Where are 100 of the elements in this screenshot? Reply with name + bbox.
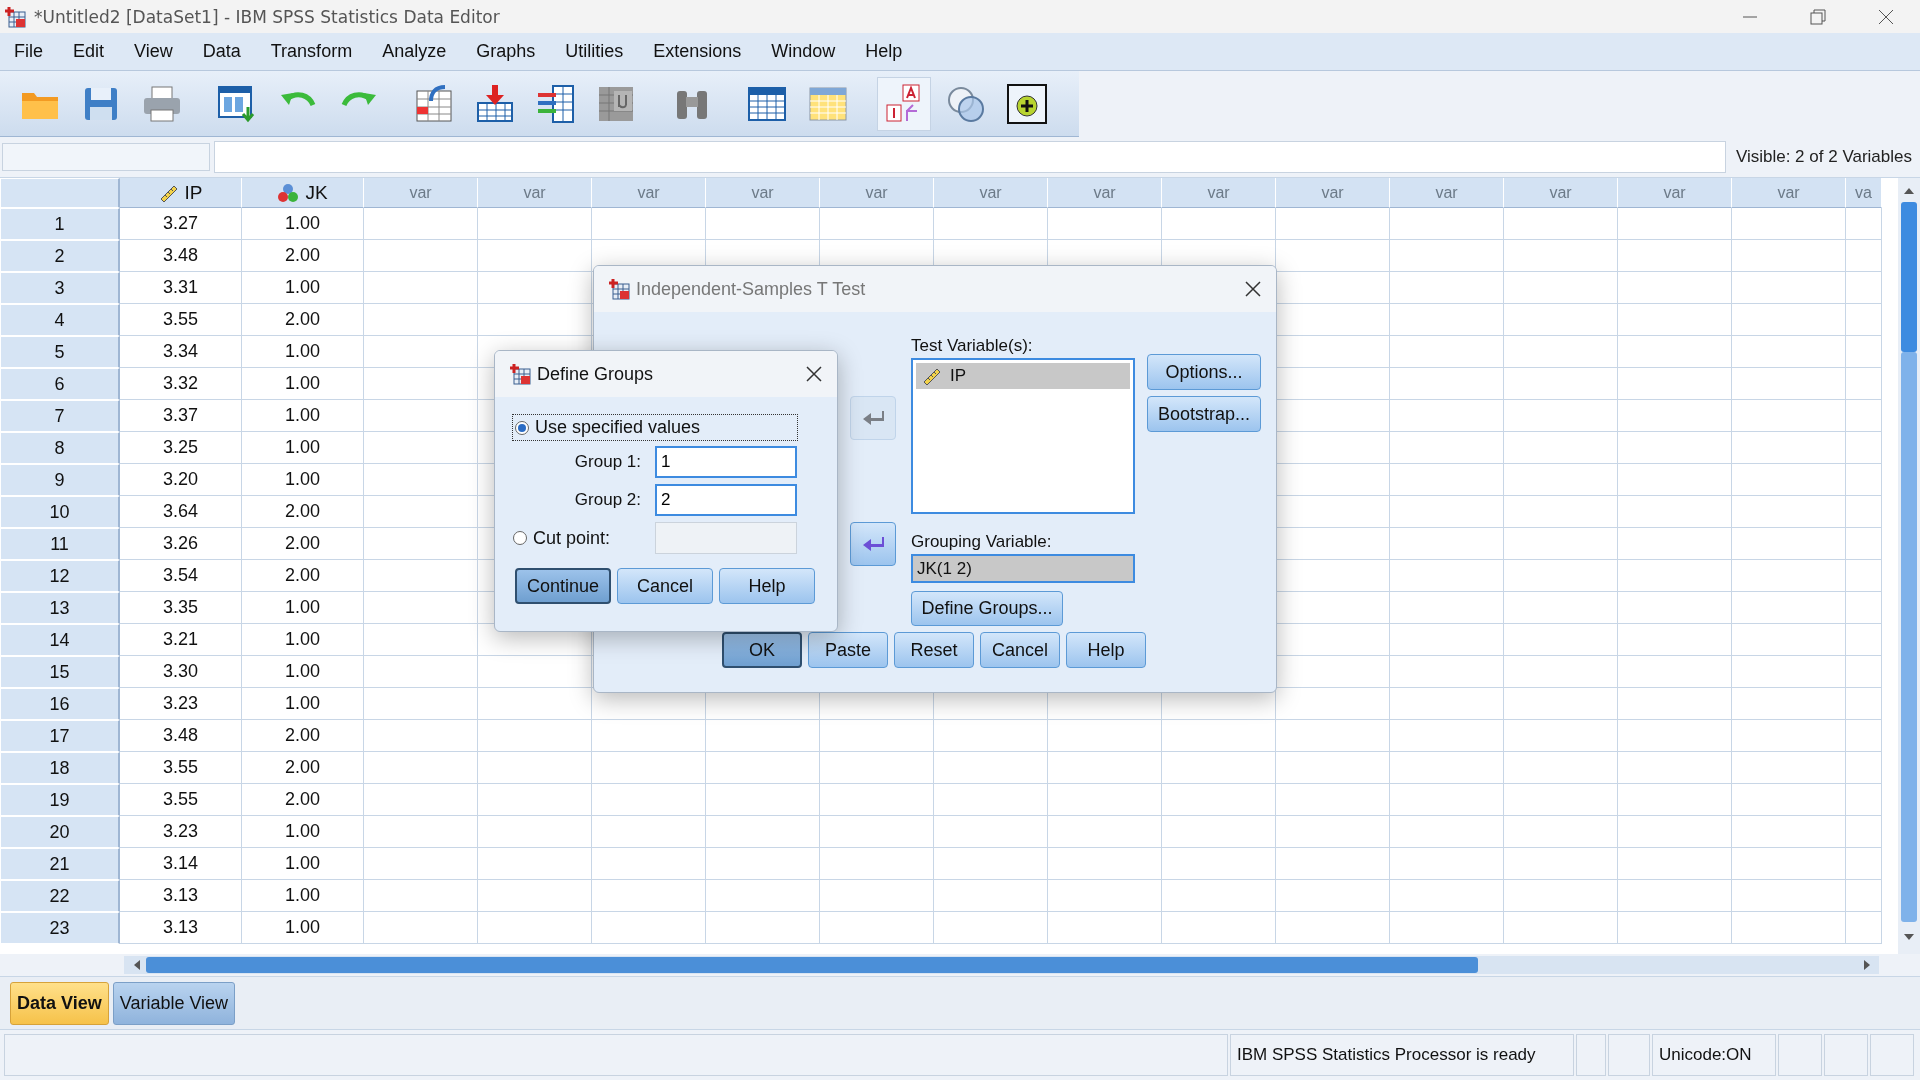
table-cell[interactable]	[1504, 624, 1618, 656]
table-cell[interactable]	[934, 880, 1048, 912]
group-value-field[interactable]: 2	[655, 484, 797, 516]
table-cell[interactable]	[1504, 752, 1618, 784]
table-cell[interactable]: 1.00	[242, 656, 364, 688]
dialog-button[interactable]: Reset	[894, 632, 974, 668]
table-cell[interactable]	[1162, 912, 1276, 944]
table-cell[interactable]	[1276, 688, 1390, 720]
table-cell[interactable]	[1390, 752, 1504, 784]
table-cell[interactable]	[1162, 880, 1276, 912]
table-cell[interactable]: 1.00	[242, 368, 364, 400]
table-cell[interactable]	[478, 688, 592, 720]
table-cell[interactable]	[364, 720, 478, 752]
table-cell[interactable]	[478, 304, 592, 336]
table-cell[interactable]	[1276, 848, 1390, 880]
table-cell[interactable]: 3.37	[120, 400, 242, 432]
table-cell[interactable]	[1048, 880, 1162, 912]
row-number[interactable]: 19	[0, 784, 120, 816]
table-cell[interactable]: 3.23	[120, 816, 242, 848]
table-cell[interactable]	[820, 784, 934, 816]
table-cell[interactable]	[1390, 656, 1504, 688]
table-cell[interactable]	[1162, 816, 1276, 848]
table-cell[interactable]	[1504, 304, 1618, 336]
table-cell[interactable]	[1846, 240, 1882, 272]
table-cell[interactable]	[1276, 816, 1390, 848]
table-down-arrow-icon[interactable]	[474, 82, 516, 125]
table-cell[interactable]	[364, 624, 478, 656]
table-cell[interactable]	[478, 240, 592, 272]
dialog-button[interactable]: Help	[1066, 632, 1146, 668]
table-cell[interactable]	[1390, 432, 1504, 464]
table-cell[interactable]	[1390, 688, 1504, 720]
table-cell[interactable]	[706, 720, 820, 752]
table-cell[interactable]	[1732, 848, 1846, 880]
table-cell[interactable]: 2.00	[242, 784, 364, 816]
table-cell[interactable]	[1390, 880, 1504, 912]
table-cell[interactable]: 1.00	[242, 688, 364, 720]
table-cell[interactable]	[1732, 496, 1846, 528]
table-cell[interactable]	[1048, 848, 1162, 880]
table-cell[interactable]: 3.54	[120, 560, 242, 592]
table-bars-icon[interactable]	[535, 82, 577, 125]
table-cell[interactable]	[1732, 272, 1846, 304]
table-cell[interactable]: 1.00	[242, 880, 364, 912]
table-cell[interactable]	[1846, 688, 1882, 720]
row-number[interactable]: 7	[0, 400, 120, 432]
table-cell[interactable]	[1390, 496, 1504, 528]
table-cell[interactable]	[1390, 400, 1504, 432]
table-cell[interactable]	[820, 208, 934, 240]
table-cell[interactable]	[1504, 912, 1618, 944]
dialog-button[interactable]: Paste	[808, 632, 888, 668]
table-cell[interactable]	[1618, 720, 1732, 752]
table-cell[interactable]	[364, 880, 478, 912]
table-cell[interactable]	[1390, 304, 1504, 336]
table-cell[interactable]: 3.21	[120, 624, 242, 656]
table-cell[interactable]	[1732, 592, 1846, 624]
row-number[interactable]: 12	[0, 560, 120, 592]
table-cell[interactable]	[1732, 208, 1846, 240]
table-cell[interactable]	[1846, 880, 1882, 912]
table-cell[interactable]: 3.14	[120, 848, 242, 880]
menu-item[interactable]: Transform	[258, 37, 365, 66]
table-cell[interactable]	[364, 304, 478, 336]
grouping-variable-field[interactable]: JK(1 2)	[911, 554, 1135, 584]
move-button[interactable]	[850, 522, 896, 566]
table-cell[interactable]	[1390, 624, 1504, 656]
table-cell[interactable]	[364, 752, 478, 784]
table-cell[interactable]	[1846, 208, 1882, 240]
table-cell[interactable]	[934, 208, 1048, 240]
table-cell[interactable]	[1618, 784, 1732, 816]
table-cell[interactable]	[1618, 592, 1732, 624]
dialog-button[interactable]: Cancel	[617, 568, 713, 604]
table-cell[interactable]: 2.00	[242, 240, 364, 272]
row-number[interactable]: 11	[0, 528, 120, 560]
table-cell[interactable]: 3.64	[120, 496, 242, 528]
table-cell[interactable]	[1390, 912, 1504, 944]
close-icon[interactable]	[805, 365, 823, 383]
row-number[interactable]: 1	[0, 208, 120, 240]
table-cell[interactable]	[364, 272, 478, 304]
table-cell[interactable]: 3.35	[120, 592, 242, 624]
table-cell[interactable]	[1504, 592, 1618, 624]
table-cell[interactable]	[1732, 304, 1846, 336]
menu-item[interactable]: View	[122, 37, 185, 66]
table-cell[interactable]: 1.00	[242, 624, 364, 656]
table-cell[interactable]	[1162, 848, 1276, 880]
table-cell[interactable]	[1504, 656, 1618, 688]
table-cell[interactable]	[1846, 848, 1882, 880]
table-cell[interactable]	[1162, 208, 1276, 240]
table-cell[interactable]	[1504, 368, 1618, 400]
row-number[interactable]: 5	[0, 336, 120, 368]
menu-item[interactable]: Extensions	[641, 37, 754, 66]
table-cell[interactable]: 3.34	[120, 336, 242, 368]
table-cell[interactable]	[1618, 400, 1732, 432]
table-cell[interactable]	[1732, 816, 1846, 848]
table-cell[interactable]: 2.00	[242, 752, 364, 784]
table-cell[interactable]	[1618, 560, 1732, 592]
table-cell[interactable]	[364, 912, 478, 944]
table-cell[interactable]	[1732, 912, 1846, 944]
radio-option[interactable]: Use specified values	[513, 415, 797, 440]
table-cell[interactable]	[1504, 784, 1618, 816]
table-cell[interactable]	[364, 432, 478, 464]
table-cell[interactable]	[934, 752, 1048, 784]
table-cell[interactable]: 3.23	[120, 688, 242, 720]
